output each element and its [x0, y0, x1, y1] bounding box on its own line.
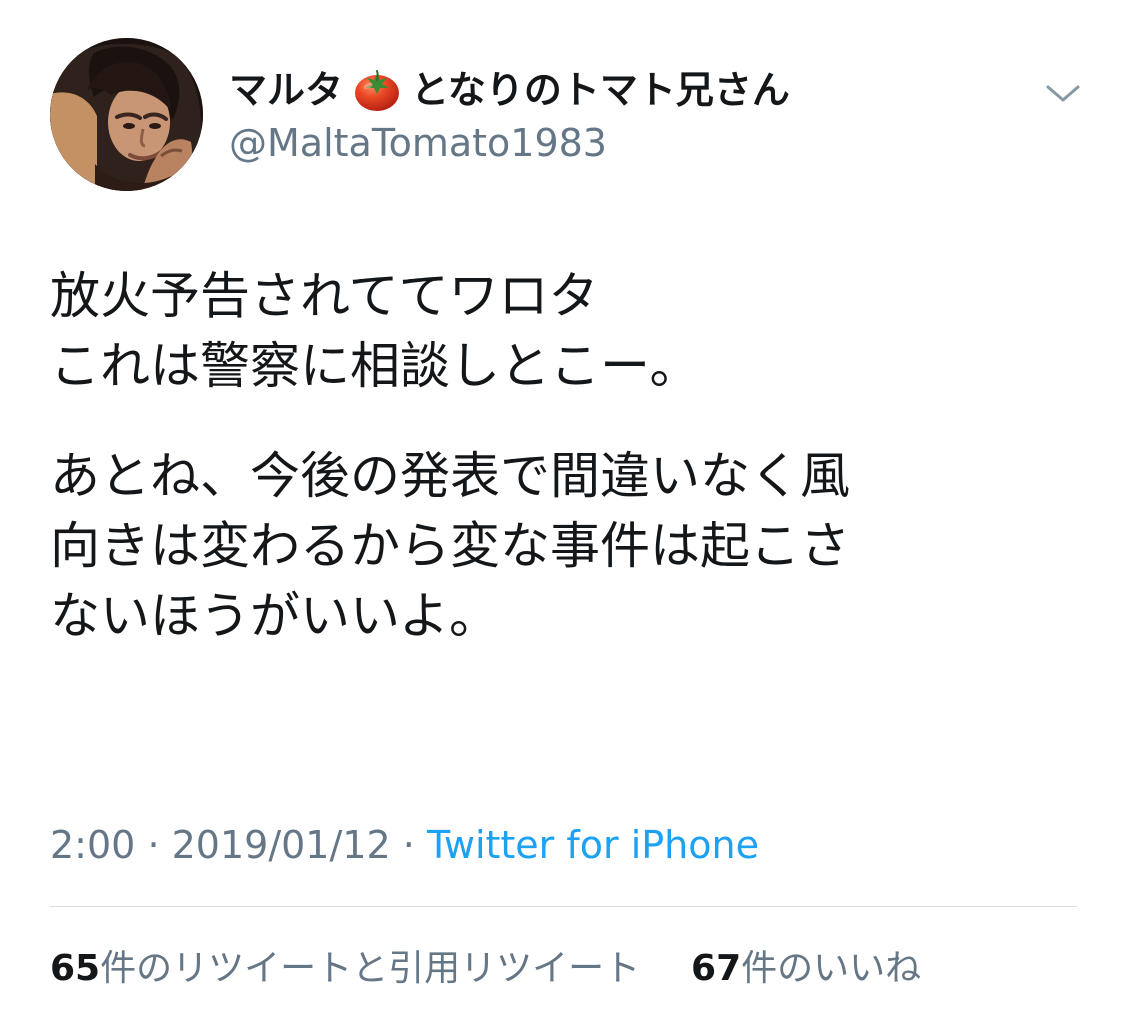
tweet-paragraph-2: あとね、今後の発表で間違いなく風 向きは変わるから変な事件は起こさ ないほうがい…: [50, 441, 1075, 651]
meta-separator: ·: [402, 823, 415, 867]
meta-separator: ·: [147, 823, 160, 867]
tweet-line: 放火予告されててワロタ: [50, 267, 599, 325]
display-name-prefix: マルタ: [229, 68, 344, 112]
avatar[interactable]: [50, 38, 203, 191]
tweet-line: あとね、今後の発表で間違いなく風: [50, 447, 850, 505]
tweet-time: 2:00: [50, 823, 136, 867]
tweet-line: 向きは変わるから変な事件は起こさ: [50, 517, 850, 575]
tweet-text: 放火予告されててワロタ これは警察に相談しとこー。 あとね、今後の発表で間違いな…: [50, 261, 1075, 651]
likes-stat[interactable]: 67件のいいね: [691, 945, 921, 993]
display-name-suffix: となりのトマト兄さん: [411, 68, 790, 112]
tweet-paragraph-1: 放火予告されててワロタ これは警察に相談しとこー。: [50, 261, 1075, 401]
tweet-date: 2019/01/12: [171, 823, 391, 867]
likes-count: 67: [691, 948, 742, 989]
user-handle[interactable]: @MaltaTomato1983: [229, 118, 607, 168]
divider: [50, 906, 1077, 907]
tomato-icon: [351, 64, 403, 116]
tweet-line: これは警察に相談しとこー。: [50, 337, 700, 395]
retweets-label: 件のリツイートと引用リツイート: [100, 948, 641, 989]
tweet-card: マルタ となりのトマト兄さん @MaltaTomato1983 放火予告されてて…: [0, 0, 1125, 1028]
tweet-source-link[interactable]: Twitter for iPhone: [427, 823, 759, 867]
chevron-down-icon[interactable]: [1044, 75, 1082, 113]
display-name[interactable]: マルタ となりのトマト兄さん: [229, 62, 790, 118]
tweet-meta: 2:00 · 2019/01/12 · Twitter for iPhone: [50, 820, 759, 870]
retweets-count: 65: [50, 948, 101, 989]
retweets-stat[interactable]: 65件のリツイートと引用リツイート: [50, 945, 640, 993]
likes-label: 件のいいね: [741, 948, 922, 989]
tweet-stats: 65件のリツイートと引用リツイート 67件のいいね: [50, 945, 921, 993]
tweet-line: ないほうがいいよ。: [50, 587, 499, 645]
